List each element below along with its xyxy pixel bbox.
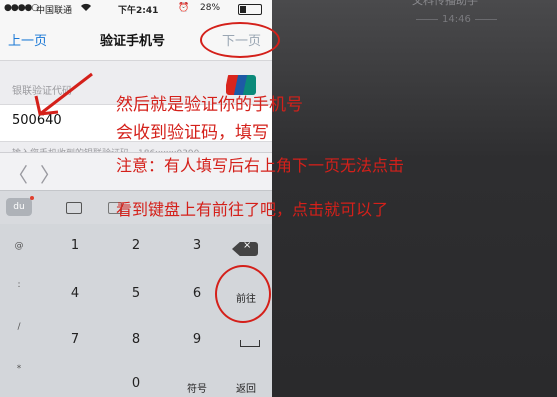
annotation-line-4: 看到键盘上有前往了吧，点击就可以了 — [116, 200, 389, 219]
annotation-line-2: 会收到验证码，填写 — [116, 123, 269, 143]
annotation-line-3: 注意：有人填写后右上角下一页无法点击 — [116, 156, 405, 175]
screenshot: 文科传播助手 14:46 ●●●●○ 中国联通 下午2:41 ⏰ 28% 上一页… — [0, 0, 557, 397]
annotation-line-1: 然后就是验证你的手机号 — [116, 95, 303, 115]
